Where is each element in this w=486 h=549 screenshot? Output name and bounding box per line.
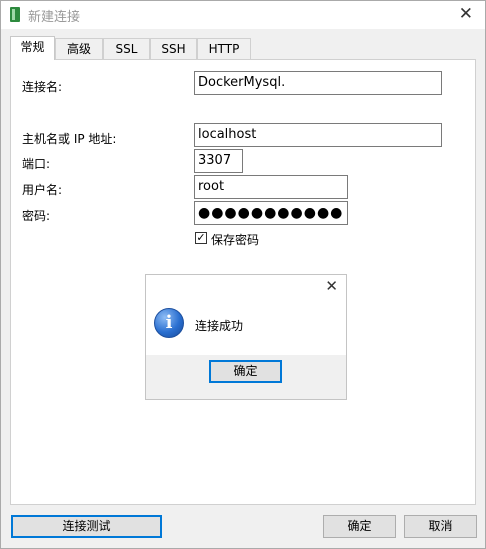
tab-http[interactable]: HTTP bbox=[197, 38, 251, 59]
message-box-titlebar: ✕ bbox=[146, 275, 346, 300]
port-input[interactable]: 3307 bbox=[194, 149, 243, 173]
test-connection-button[interactable]: 连接测试 bbox=[11, 515, 162, 538]
save-password-label: 保存密码 bbox=[211, 233, 260, 247]
message-text: 连接成功 bbox=[195, 319, 244, 333]
cancel-button[interactable]: 取消 bbox=[404, 515, 477, 538]
tab-advanced[interactable]: 高级 bbox=[55, 38, 103, 59]
info-icon: i bbox=[154, 308, 184, 338]
connection-name-label: 连接名: bbox=[22, 80, 63, 94]
host-label: 主机名或 IP 地址: bbox=[22, 132, 117, 146]
save-password-checkbox[interactable]: ✓ bbox=[195, 232, 207, 244]
user-input[interactable]: root bbox=[194, 175, 348, 199]
host-input[interactable]: localhost bbox=[194, 123, 442, 147]
tab-general[interactable]: 常规 bbox=[10, 36, 55, 60]
close-icon[interactable]: ✕ bbox=[325, 277, 338, 295]
connection-name-input[interactable]: DockerMysql. bbox=[194, 71, 442, 95]
success-message-box: ✕ i 连接成功 确定 bbox=[145, 274, 347, 400]
user-label: 用户名: bbox=[22, 183, 63, 197]
title-bar: 新建连接 ✕ bbox=[1, 1, 485, 29]
password-label: 密码: bbox=[22, 209, 51, 223]
port-label: 端口: bbox=[22, 157, 51, 171]
tab-ssl[interactable]: SSL bbox=[103, 38, 150, 59]
new-connection-dialog: 新建连接 ✕ 常规 高级 SSL SSH HTTP 连接名: DockerMys… bbox=[0, 0, 486, 549]
ok-button[interactable]: 确定 bbox=[323, 515, 396, 538]
password-input[interactable]: ●●●●●●●●●●● bbox=[194, 201, 348, 225]
app-icon bbox=[10, 7, 20, 22]
message-ok-button[interactable]: 确定 bbox=[209, 360, 282, 383]
window-title: 新建连接 bbox=[28, 10, 81, 25]
close-icon[interactable]: ✕ bbox=[459, 4, 473, 24]
message-box-body: i 连接成功 bbox=[146, 300, 346, 355]
tab-ssh[interactable]: SSH bbox=[150, 38, 197, 59]
